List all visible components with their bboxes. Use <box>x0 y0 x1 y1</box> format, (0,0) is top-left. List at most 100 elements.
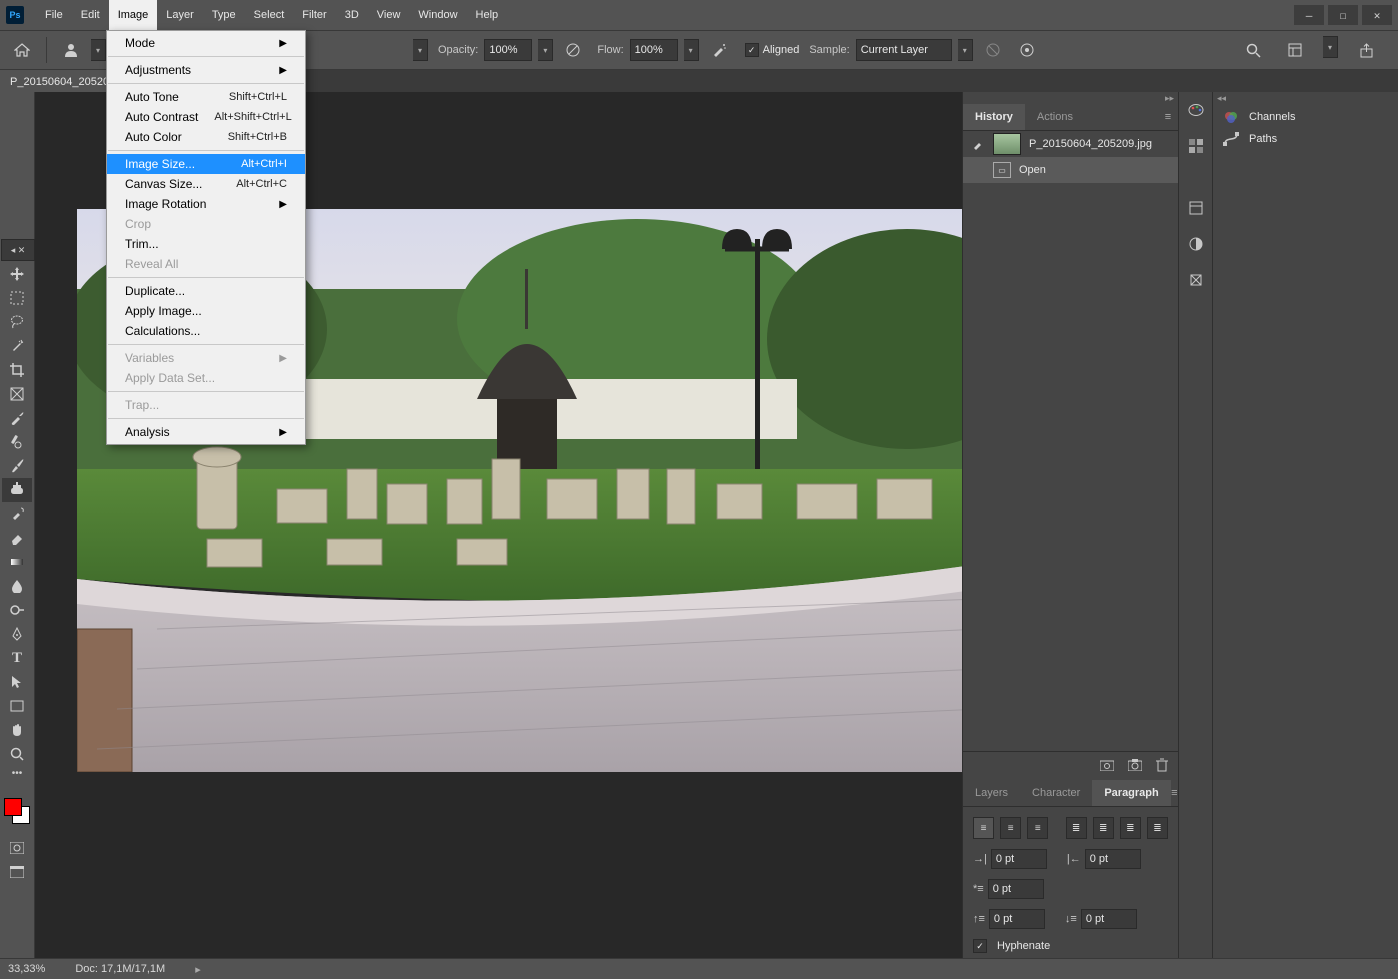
pressure-size-icon[interactable] <box>1013 36 1041 64</box>
home-icon[interactable] <box>8 36 36 64</box>
menu-layer[interactable]: Layer <box>157 0 203 30</box>
adjustments-panel-icon[interactable] <box>1184 232 1208 256</box>
menu-file[interactable]: File <box>36 0 72 30</box>
opacity-dropdown[interactable]: ▾ <box>538 39 553 61</box>
swatches-panel-icon[interactable] <box>1184 134 1208 158</box>
menu-item-auto-contrast[interactable]: Auto ContrastAlt+Shift+Ctrl+L <box>107 107 305 127</box>
frame-tool[interactable] <box>2 382 32 406</box>
trash-icon[interactable] <box>1156 758 1168 775</box>
panel-menu-icon[interactable]: ≡ <box>1171 787 1178 799</box>
move-tool[interactable] <box>2 262 32 286</box>
menu-item-calculations[interactable]: Calculations... <box>107 321 305 341</box>
indent-right-field[interactable]: 0 pt <box>1085 849 1141 869</box>
zoom-tool[interactable] <box>2 742 32 766</box>
eyedropper-tool[interactable] <box>2 406 32 430</box>
tab-actions[interactable]: Actions <box>1025 104 1085 130</box>
menu-item-auto-color[interactable]: Auto ColorShift+Ctrl+B <box>107 127 305 147</box>
menu-item-trim[interactable]: Trim... <box>107 234 305 254</box>
hyphenate-checkbox[interactable]: ✓Hyphenate <box>973 939 1168 953</box>
brush-tool[interactable] <box>2 454 32 478</box>
menu-item-adjustments[interactable]: Adjustments▶ <box>107 60 305 80</box>
menu-item-canvas-size[interactable]: Canvas Size...Alt+Ctrl+C <box>107 174 305 194</box>
menu-filter[interactable]: Filter <box>293 0 335 30</box>
hand-tool[interactable] <box>2 718 32 742</box>
align-left-button[interactable]: ≡ <box>973 817 994 839</box>
healing-brush-tool[interactable] <box>2 430 32 454</box>
panel-menu-icon[interactable]: ≡ <box>1158 111 1178 123</box>
menu-view[interactable]: View <box>368 0 410 30</box>
aligned-checkbox[interactable]: ✓ Aligned <box>745 43 800 57</box>
dodge-tool[interactable] <box>2 598 32 622</box>
type-tool[interactable]: T <box>2 646 32 670</box>
maximize-button[interactable]: ☐ <box>1328 5 1358 25</box>
justify-all-button[interactable]: ≣ <box>1147 817 1168 839</box>
sample-field[interactable]: Current Layer <box>856 39 952 61</box>
ignore-adjustments-icon[interactable] <box>979 36 1007 64</box>
user-icon[interactable] <box>57 36 85 64</box>
minimize-button[interactable]: — <box>1294 5 1324 25</box>
pressure-opacity-icon[interactable] <box>559 36 587 64</box>
justify-left-button[interactable]: ≣ <box>1066 817 1087 839</box>
pen-tool[interactable] <box>2 622 32 646</box>
menu-item-image-rotation[interactable]: Image Rotation▶ <box>107 194 305 214</box>
justify-center-button[interactable]: ≣ <box>1093 817 1114 839</box>
close-button[interactable]: ✕ <box>1362 5 1392 25</box>
new-snapshot-icon[interactable] <box>1100 759 1114 774</box>
menu-item-analysis[interactable]: Analysis▶ <box>107 422 305 442</box>
history-source-row[interactable]: P_20150604_205209.jpg <box>963 131 1178 157</box>
menu-3d[interactable]: 3D <box>336 0 368 30</box>
clone-stamp-tool[interactable] <box>2 478 32 502</box>
first-line-field[interactable]: 0 pt <box>988 879 1044 899</box>
search-icon[interactable] <box>1239 36 1267 64</box>
align-center-button[interactable]: ≡ <box>1000 817 1021 839</box>
collapse-right-icon[interactable]: ◂◂ <box>1213 92 1398 104</box>
arrange-docs-dropdown[interactable]: ▾ <box>1323 36 1338 58</box>
path-select-tool[interactable] <box>2 670 32 694</box>
lasso-tool[interactable] <box>2 310 32 334</box>
screenmode-icon[interactable] <box>2 860 32 884</box>
menu-select[interactable]: Select <box>245 0 294 30</box>
indent-left-field[interactable]: 0 pt <box>991 849 1047 869</box>
airbrush-icon[interactable] <box>705 36 733 64</box>
properties-panel-icon[interactable] <box>1184 196 1208 220</box>
marquee-tool[interactable] <box>2 286 32 310</box>
doc-size[interactable]: Doc: 17,1M/17,1M <box>75 963 165 975</box>
magic-wand-tool[interactable] <box>2 334 32 358</box>
eraser-tool[interactable] <box>2 526 32 550</box>
user-dropdown[interactable]: ▾ <box>91 39 106 61</box>
status-arrow-icon[interactable]: ▸ <box>195 963 201 976</box>
menu-help[interactable]: Help <box>467 0 508 30</box>
menu-image[interactable]: Image <box>109 0 158 30</box>
justify-right-button[interactable]: ≣ <box>1120 817 1141 839</box>
gradient-tool[interactable] <box>2 550 32 574</box>
tab-history[interactable]: History <box>963 104 1025 130</box>
menu-item-mode[interactable]: Mode▶ <box>107 33 305 53</box>
space-after-field[interactable]: 0 pt <box>1081 909 1137 929</box>
share-icon[interactable] <box>1352 36 1380 64</box>
foreground-color-swatch[interactable] <box>4 798 22 816</box>
history-state-row[interactable]: ▭ Open <box>963 157 1178 183</box>
floating-panel-handle[interactable]: ◂ ✕ <box>1 239 35 261</box>
rectangle-tool[interactable] <box>2 694 32 718</box>
history-brush-tool[interactable] <box>2 502 32 526</box>
opacity-field[interactable]: 100% <box>484 39 532 61</box>
libraries-panel-icon[interactable] <box>1184 268 1208 292</box>
color-swatches[interactable] <box>4 798 30 824</box>
brush-dropdown[interactable]: ▾ <box>413 39 428 61</box>
menu-window[interactable]: Window <box>409 0 466 30</box>
edit-toolbar-icon[interactable]: ••• <box>2 766 32 780</box>
menu-edit[interactable]: Edit <box>72 0 109 30</box>
paths-panel-button[interactable]: Paths <box>1213 128 1398 150</box>
arrange-docs-icon[interactable] <box>1281 36 1309 64</box>
flow-field[interactable]: 100% <box>630 39 678 61</box>
quickmask-icon[interactable] <box>2 836 32 860</box>
crop-tool[interactable] <box>2 358 32 382</box>
channels-panel-button[interactable]: Channels <box>1213 106 1398 128</box>
menu-item-auto-tone[interactable]: Auto ToneShift+Ctrl+L <box>107 87 305 107</box>
menu-item-image-size[interactable]: Image Size...Alt+Ctrl+I <box>107 154 305 174</box>
collapse-left-icon[interactable]: ▸▸ <box>963 92 1178 104</box>
menu-item-apply-image[interactable]: Apply Image... <box>107 301 305 321</box>
menu-item-duplicate[interactable]: Duplicate... <box>107 281 305 301</box>
color-panel-icon[interactable] <box>1184 98 1208 122</box>
sample-dropdown[interactable]: ▾ <box>958 39 973 61</box>
